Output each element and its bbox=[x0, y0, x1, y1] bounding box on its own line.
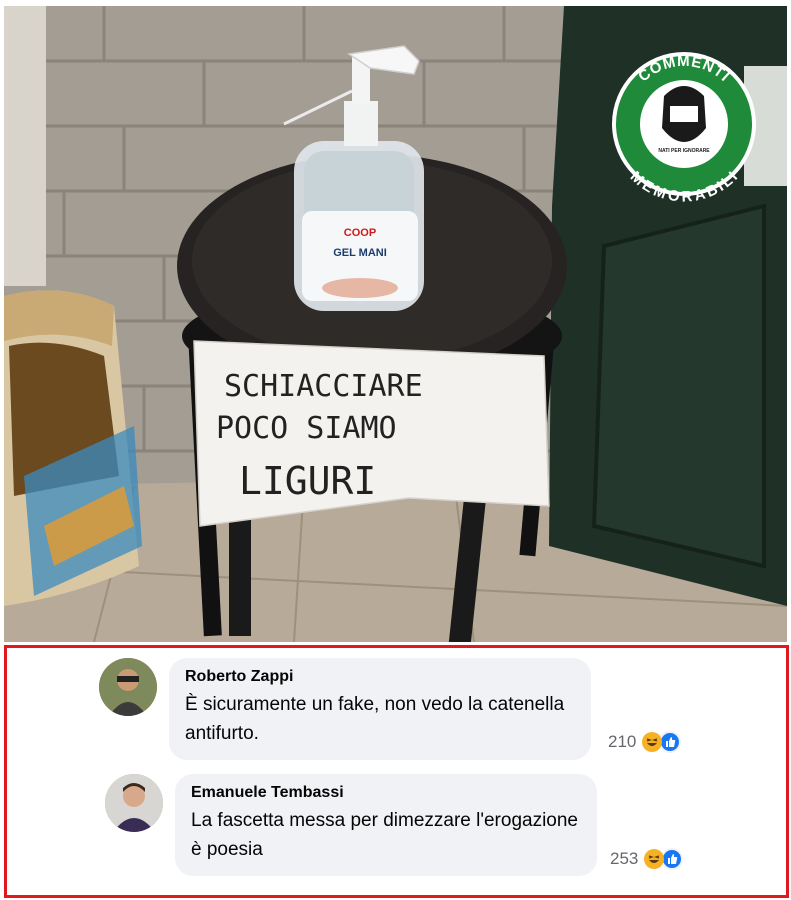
photo-scene: COOP GEL MANI SCHIACCIARE POCO SIAMO LIG… bbox=[4, 6, 787, 642]
comment-author[interactable]: Roberto Zappi bbox=[185, 668, 575, 686]
note-line-3: LIGURI bbox=[239, 459, 376, 503]
comment-bubble: Emanuele Tembassi La fascetta messa per … bbox=[175, 774, 597, 876]
comment-1-reactions[interactable]: 210 bbox=[608, 731, 682, 753]
commenti-memorabili-logo: COMMENTI MEMORABILI NATI PER IGNORARE bbox=[612, 52, 756, 206]
highlighted-comments: Roberto Zappi È sicuramente un fake, non… bbox=[4, 645, 789, 898]
avatar[interactable] bbox=[105, 774, 163, 832]
avatar-photo bbox=[105, 774, 163, 832]
reaction-count: 253 bbox=[610, 849, 639, 868]
like-icon bbox=[661, 848, 684, 870]
badge-face-skin bbox=[670, 106, 698, 122]
left-panel bbox=[4, 6, 46, 286]
comment-text: È sicuramente un fake, non vedo la caten… bbox=[185, 694, 565, 744]
comment-2-reactions[interactable]: 253 bbox=[610, 848, 684, 870]
avatar[interactable] bbox=[99, 658, 157, 716]
haha-icon bbox=[644, 849, 665, 869]
bottle-label: GEL MANI bbox=[333, 247, 387, 259]
like-icon bbox=[659, 731, 682, 753]
note-line-1: SCHIACCIARE bbox=[224, 369, 423, 404]
badge-inner-text: NATI PER IGNORARE bbox=[658, 148, 710, 154]
bottle-brand: COOP bbox=[344, 227, 376, 239]
comment-1: Roberto Zappi È sicuramente un fake, non… bbox=[99, 658, 591, 760]
comment-2: Emanuele Tembassi La fascetta messa per … bbox=[105, 774, 597, 876]
photo: COOP GEL MANI SCHIACCIARE POCO SIAMO LIG… bbox=[4, 6, 787, 642]
reaction-count: 210 bbox=[608, 732, 637, 751]
comment-author[interactable]: Emanuele Tembassi bbox=[191, 784, 581, 802]
haha-icon bbox=[642, 732, 663, 752]
paper-note: SCHIACCIARE POCO SIAMO LIGURI bbox=[193, 340, 550, 527]
note-line-2: POCO SIAMO bbox=[216, 411, 397, 446]
door-panel bbox=[591, 203, 766, 569]
avatar-photo bbox=[99, 658, 157, 716]
comment-text: La fascetta messa per dimezzare l'erogaz… bbox=[191, 810, 578, 860]
comment-bubble: Roberto Zappi È sicuramente un fake, non… bbox=[169, 658, 591, 760]
